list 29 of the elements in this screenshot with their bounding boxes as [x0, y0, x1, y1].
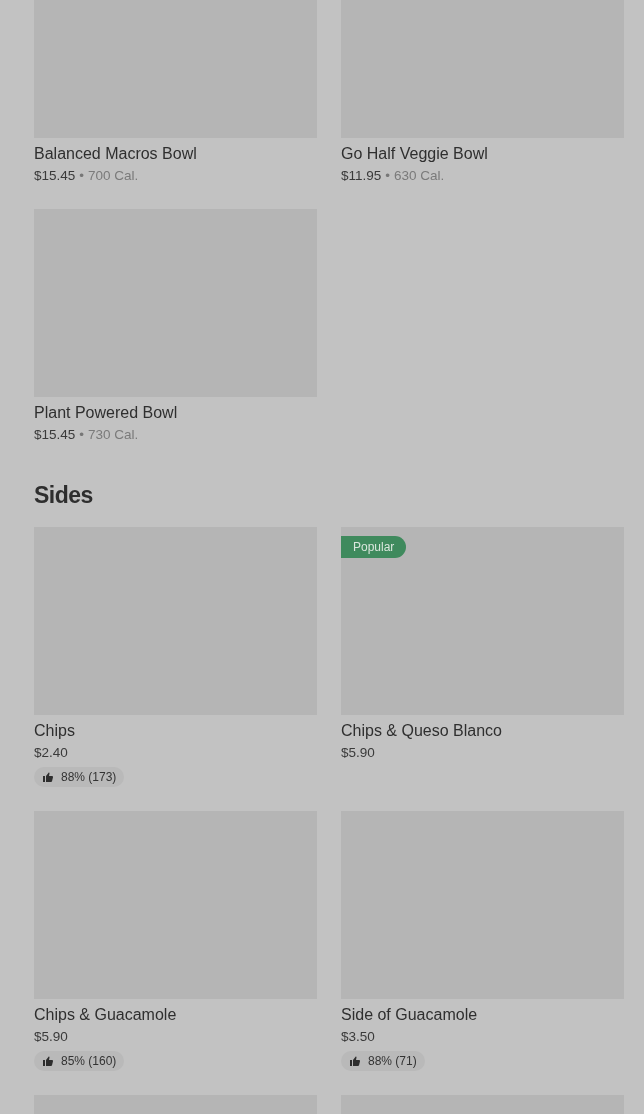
- item-image[interactable]: Popular: [341, 527, 624, 715]
- item-name: Chips: [34, 721, 75, 741]
- item-price: $5.90: [341, 744, 375, 762]
- popular-badge: Popular: [341, 536, 407, 558]
- item-name: Side of Guacamole: [341, 1005, 478, 1025]
- item-price: $3.50: [341, 1028, 375, 1046]
- item-price: $15.45: [34, 167, 76, 185]
- item-calories: 730 Cal.: [88, 426, 139, 444]
- item-name: Plant Powered Bowl: [34, 403, 178, 423]
- separator-dot: •: [79, 167, 85, 185]
- thumbs-up-icon: [42, 771, 54, 783]
- item-price: $15.45: [34, 426, 76, 444]
- item-price: $2.40: [34, 744, 68, 762]
- rating-text: 88% (71): [368, 1054, 417, 1068]
- rating-text: 85% (160): [61, 1054, 117, 1068]
- thumbs-up-icon: [349, 1055, 361, 1067]
- item-name: Chips & Queso Blanco: [341, 721, 502, 741]
- section-heading: Sides: [34, 482, 94, 509]
- separator-dot: •: [79, 426, 85, 444]
- item-name: Go Half Veggie Bowl: [341, 144, 488, 164]
- rating-text: 88% (173): [61, 770, 117, 784]
- item-price: $5.90: [34, 1028, 68, 1046]
- item-price: $11.95: [341, 167, 382, 185]
- item-name: Chips & Guacamole: [34, 1005, 177, 1025]
- thumbs-up-icon: [42, 1055, 54, 1067]
- item-calories: 630 Cal.: [394, 167, 445, 185]
- item-calories: 700 Cal.: [88, 167, 139, 185]
- item-name: Balanced Macros Bowl: [34, 144, 197, 164]
- separator-dot: •: [385, 167, 391, 185]
